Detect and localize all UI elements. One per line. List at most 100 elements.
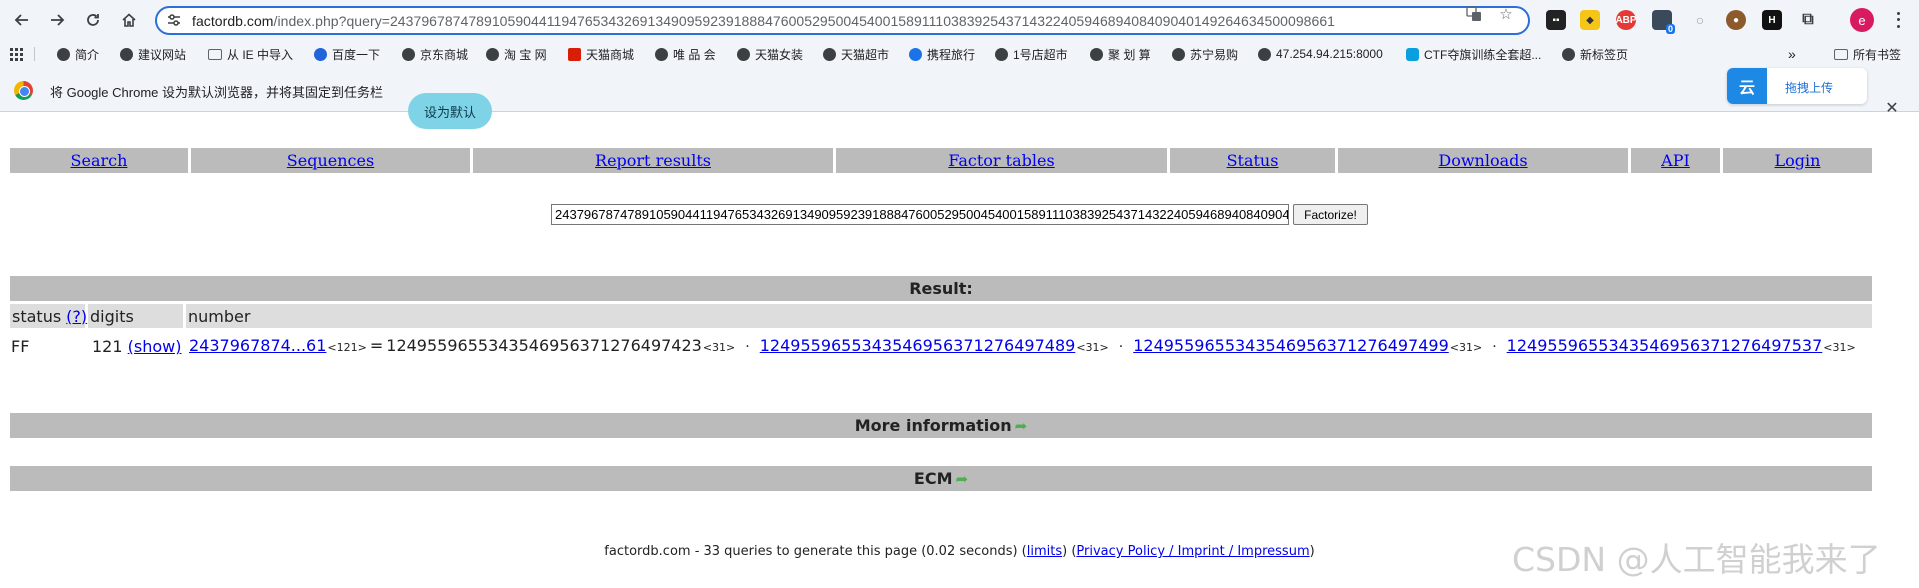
nav-factor-tables: Factor tables	[836, 148, 1167, 173]
extension-h-icon[interactable]: H	[1762, 10, 1782, 30]
number-link[interactable]: 2437967874...61	[189, 336, 326, 355]
expand-arrow-icon[interactable]: ➦	[1015, 417, 1028, 435]
bookmarks-bar: 简介 建议网站 从 IE 中导入 百度一下 京东商城 淘 宝 网 天猫商城 唯 …	[0, 40, 1919, 68]
factor-1-digits: <31>	[702, 341, 736, 354]
extension-badge-icon[interactable]: 0	[1652, 10, 1675, 34]
nav-search: Search	[10, 148, 188, 173]
bookmark-tmall-market[interactable]: 天猫超市	[823, 46, 889, 62]
globe-icon	[486, 47, 499, 61]
bookmark-vip[interactable]: 唯 品 会	[655, 46, 716, 62]
nav-link-login[interactable]: Login	[1775, 151, 1821, 170]
folder-icon	[1834, 48, 1848, 60]
bookmark-new-tab[interactable]: 新标签页	[1562, 46, 1628, 62]
bookmark-tmall-women[interactable]: 天猫女装	[737, 46, 803, 62]
show-number-link[interactable]: (show)	[128, 337, 182, 356]
globe-icon	[1090, 47, 1103, 61]
bookmark-baidu[interactable]: 百度一下	[314, 46, 380, 62]
bookmark-taobao[interactable]: 淘 宝 网	[486, 46, 547, 62]
nav-link-search[interactable]: Search	[71, 151, 128, 170]
globe-icon	[655, 47, 668, 61]
bookmark-intro[interactable]: 简介	[57, 46, 99, 62]
extension-squirrel-icon[interactable]: ◆	[1580, 10, 1600, 30]
nav-link-factor-tables[interactable]: Factor tables	[948, 151, 1054, 170]
cookie-icon[interactable]: ●	[1726, 10, 1746, 30]
limits-link[interactable]: limits	[1027, 544, 1062, 559]
site-info-icon[interactable]	[167, 13, 181, 27]
globe-icon	[1562, 47, 1575, 61]
bookmark-yhd[interactable]: 1号店超市	[995, 46, 1068, 62]
bookmark-ctrip[interactable]: 携程旅行	[909, 46, 975, 62]
nav-link-report-results[interactable]: Report results	[595, 151, 711, 170]
bookmark-suning[interactable]: 苏宁易购	[1172, 46, 1238, 62]
globe-icon	[1258, 47, 1271, 61]
cloud-upload-icon: 云	[1727, 68, 1767, 104]
query-input[interactable]: 2437967874789105904411947653432691349095…	[551, 204, 1289, 225]
bookmarks-separator	[34, 47, 35, 61]
multiply-dot: ·	[745, 339, 750, 355]
set-default-button[interactable]: 设为默认	[408, 93, 492, 129]
ctf-icon	[1406, 47, 1419, 61]
bookmark-suggested-sites[interactable]: 建议网站	[120, 46, 186, 62]
csdn-watermark: CSDN @人工智能我来了	[1512, 540, 1881, 579]
factor-3-link[interactable]: 1249559655343546956371276497499	[1133, 336, 1449, 355]
apps-grid-icon[interactable]	[10, 46, 23, 62]
result-header: Result:	[10, 276, 1872, 301]
status-help-link[interactable]: (?)	[66, 307, 87, 326]
nav-link-sequences[interactable]: Sequences	[287, 151, 374, 170]
adblock-icon[interactable]: ABP	[1615, 10, 1637, 30]
extensions-puzzle-icon[interactable]: ⧉	[1798, 10, 1818, 30]
bookmark-ie-import[interactable]: 从 IE 中导入	[208, 46, 293, 62]
factorize-button[interactable]: Factorize!	[1293, 204, 1368, 225]
nav-link-status[interactable]: Status	[1227, 151, 1279, 170]
factor-3-digits: <31>	[1449, 341, 1483, 354]
factor-2-link[interactable]: 1249559655343546956371276497489	[760, 336, 1076, 355]
nav-downloads: Downloads	[1338, 148, 1628, 173]
number-digit-count: <121>	[327, 341, 367, 354]
ctrip-icon	[909, 47, 922, 61]
site-nav-menu: Search Sequences Report results Factor t…	[10, 148, 1872, 173]
bookmark-juhuasuan[interactable]: 聚 划 算	[1090, 46, 1151, 62]
profile-avatar[interactable]: e	[1850, 8, 1874, 32]
nav-link-api[interactable]: API	[1661, 151, 1690, 170]
baidu-paw-icon	[314, 47, 327, 61]
column-header-status: status (?)	[10, 304, 87, 328]
result-title: Result:	[909, 279, 973, 298]
bookmark-jd[interactable]: 京东商城	[402, 46, 468, 62]
default-browser-infobar: 将 Google Chrome 设为默认浏览器，并将其固定到任务栏	[0, 68, 1919, 112]
chrome-menu-icon[interactable]	[1890, 10, 1906, 30]
home-icon[interactable]	[118, 9, 140, 31]
bookmark-ip[interactable]: 47.254.94.215:8000	[1258, 46, 1383, 62]
drag-upload-widget[interactable]: 云 拖拽上传	[1727, 68, 1867, 104]
chat-bubble-icon[interactable]: ○	[1690, 10, 1710, 30]
all-bookmarks[interactable]: 所有书签	[1834, 46, 1901, 62]
forward-arrow-icon[interactable]	[46, 9, 68, 31]
more-bookmarks-button[interactable]: »	[1788, 46, 1796, 62]
multiply-dot: ·	[1118, 339, 1124, 355]
close-icon[interactable]: ✕	[1884, 100, 1900, 117]
translate-icon[interactable]	[1465, 5, 1483, 23]
factor-1: 1249559655343546956371276497423	[386, 336, 702, 355]
extension-tabs-icon[interactable]: ▪▪	[1546, 10, 1566, 30]
factor-2-digits: <31>	[1076, 341, 1109, 354]
bookmark-tmall[interactable]: 天猫商城	[568, 46, 634, 62]
ecm-header[interactable]: ECM ➦	[10, 466, 1872, 491]
more-information-header[interactable]: More information ➦	[10, 413, 1872, 438]
reload-icon[interactable]	[82, 9, 104, 31]
globe-icon	[402, 47, 415, 61]
nav-link-downloads[interactable]: Downloads	[1438, 151, 1527, 170]
nav-report-results: Report results	[473, 148, 833, 173]
privacy-policy-link[interactable]: Privacy Policy / Imprint / Impressum	[1076, 544, 1309, 559]
expand-arrow-icon[interactable]: ➦	[956, 470, 969, 488]
globe-icon	[57, 47, 70, 61]
factor-4-link[interactable]: 1249559655343546956371276497537	[1507, 336, 1823, 355]
equals-sign: =	[369, 336, 384, 355]
factor-4-digits: <31>	[1823, 341, 1856, 354]
browser-toolbar: factordb.com/index.php?query=24379678747…	[0, 0, 1919, 40]
globe-icon	[1172, 47, 1185, 61]
extension-count-badge: 0	[1665, 24, 1675, 34]
bookmark-star-icon[interactable]: ☆	[1497, 5, 1515, 23]
bookmark-ctf[interactable]: CTF夺旗训练全套超...	[1406, 46, 1541, 62]
infobar-message: 将 Google Chrome 设为默认浏览器，并将其固定到任务栏	[50, 85, 383, 100]
address-bar[interactable]: factordb.com/index.php?query=24379678747…	[155, 6, 1530, 35]
back-arrow-icon[interactable]	[11, 9, 33, 31]
